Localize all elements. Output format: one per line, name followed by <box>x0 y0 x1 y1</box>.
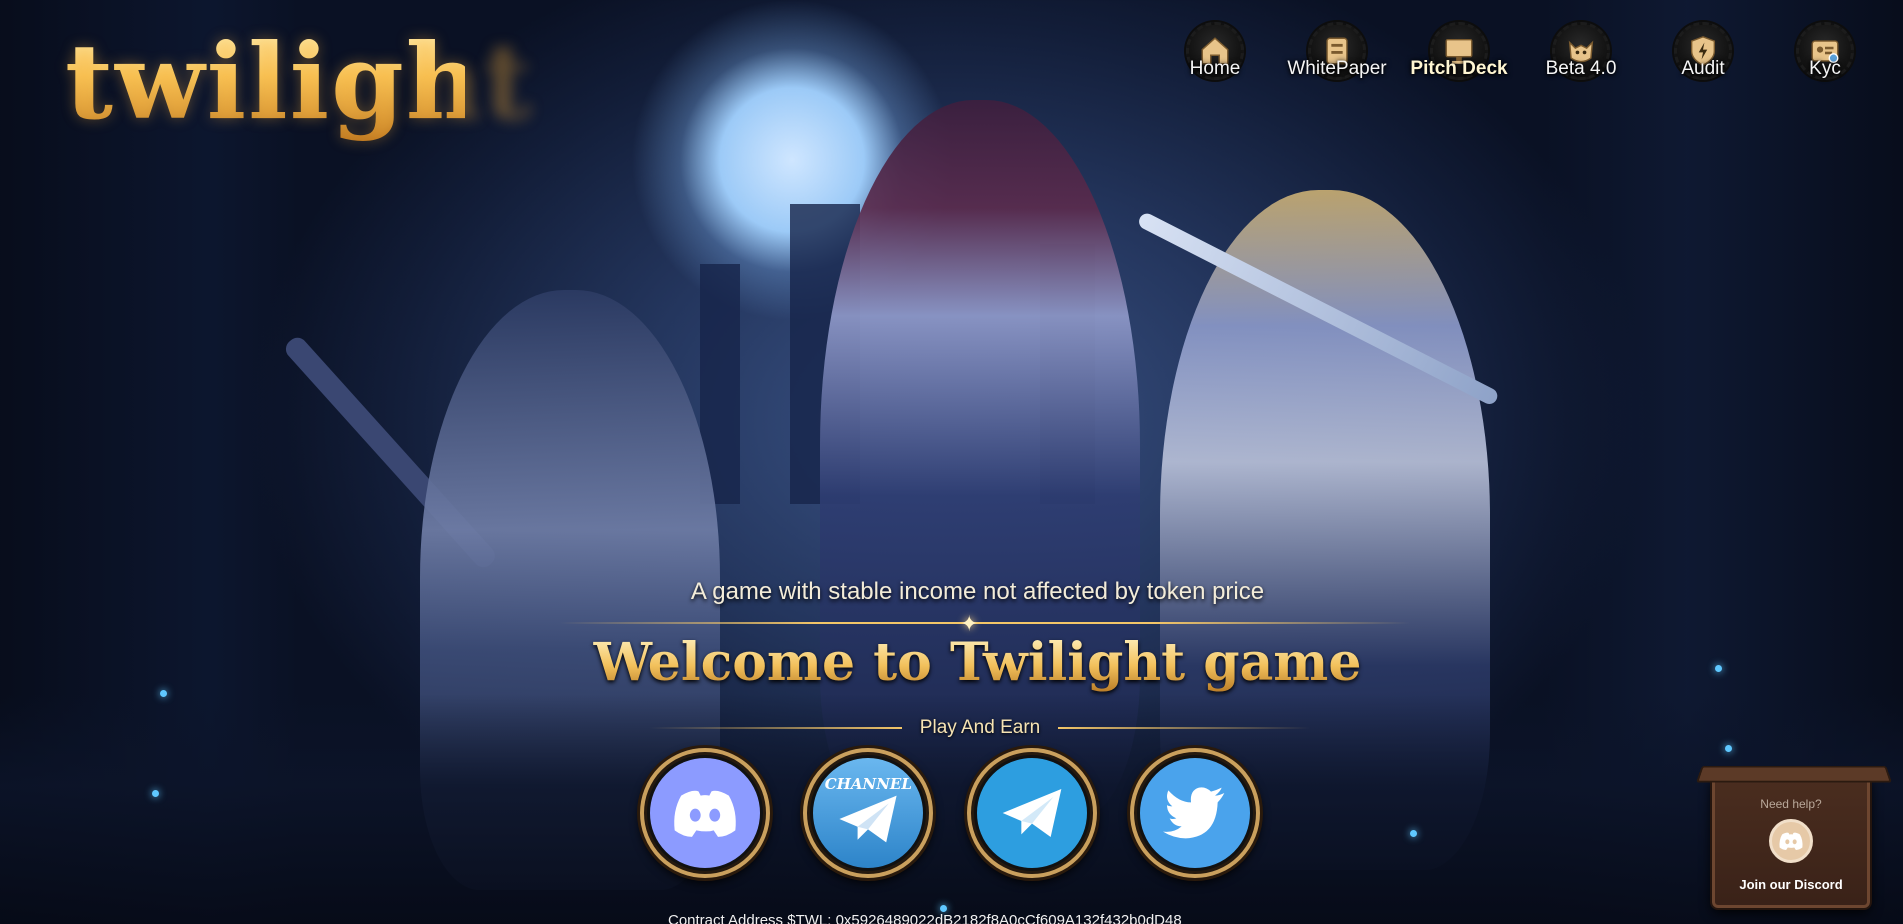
hero-tagline: A game with stable income not affected b… <box>690 578 1265 605</box>
subheadline-row: Play And Earn <box>650 714 1311 742</box>
help-title: Need help? <box>1760 797 1822 811</box>
twitter-button[interactable] <box>1129 748 1260 878</box>
discord-button[interactable] <box>640 748 770 878</box>
contract-address[interactable]: Contract Address $TWL: 0x5926489022dB218… <box>668 912 1182 924</box>
hero-headline: Welcome to Twilight game <box>0 632 1903 693</box>
nav-label-whitepaper: WhitePaper <box>1287 58 1387 79</box>
nav-label-beta: Beta 4.0 <box>1545 58 1617 79</box>
twilight-logo[interactable]: twilight <box>65 22 531 142</box>
nav-item-kyc[interactable]: Kyc <box>1770 22 1880 102</box>
nav-item-pitch-deck[interactable]: Pitch Deck <box>1404 22 1514 102</box>
social-links: CHANNEL <box>640 748 1260 880</box>
help-widget[interactable]: Need help? Join our Discord <box>1695 765 1893 908</box>
telegram-button[interactable] <box>966 748 1097 878</box>
glow-particle <box>940 905 947 912</box>
twitter-icon <box>1136 755 1253 871</box>
telegram-channel-icon: CHANNEL <box>810 755 927 871</box>
nav-label-kyc: Kyc <box>1809 58 1841 79</box>
help-widget-roof <box>1695 765 1893 783</box>
hero-subheadline: Play And Earn <box>919 717 1041 738</box>
subheadline-line-left <box>650 727 902 729</box>
glow-particle <box>152 790 159 797</box>
nav-label-audit: Audit <box>1681 58 1725 79</box>
gold-divider <box>560 622 1410 624</box>
discord-icon <box>647 755 763 871</box>
glow-particle <box>1410 830 1417 837</box>
subheadline-line-right <box>1058 727 1311 729</box>
telegram-channel-button[interactable]: CHANNEL <box>803 748 934 878</box>
nav-item-audit[interactable]: Audit <box>1648 22 1758 102</box>
nav-item-home[interactable]: Home <box>1160 22 1270 102</box>
channel-label: CHANNEL <box>824 775 912 793</box>
telegram-icon <box>973 755 1090 871</box>
glow-particle <box>1725 745 1732 752</box>
nav-item-beta[interactable]: Beta 4.0 <box>1526 22 1636 102</box>
join-discord-link[interactable]: Join our Discord <box>1739 877 1842 892</box>
top-navigation: Home WhitePaper Pitch Deck Beta 4.0 Audi… <box>1160 22 1880 102</box>
nav-label-pitch-deck: Pitch Deck <box>1410 58 1508 79</box>
nav-label-home: Home <box>1189 58 1241 79</box>
discord-icon[interactable] <box>1769 819 1813 863</box>
nav-item-whitepaper[interactable]: WhitePaper <box>1282 22 1392 102</box>
